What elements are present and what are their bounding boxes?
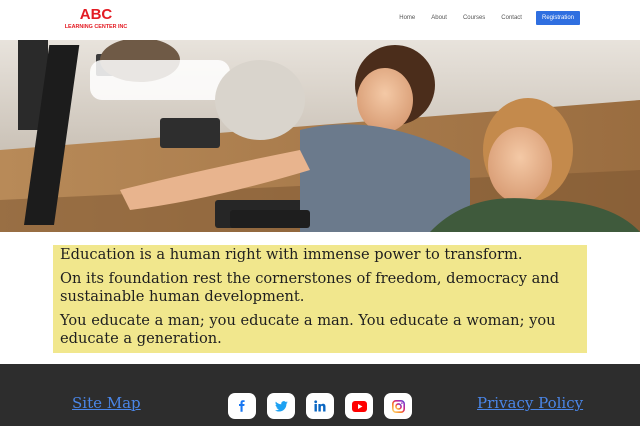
- linkedin-link[interactable]: [306, 393, 334, 419]
- registration-button[interactable]: Registration: [535, 11, 580, 25]
- nav-courses[interactable]: Courses: [455, 11, 493, 25]
- logo-subtext: LEARNING CENTER INC: [64, 24, 128, 30]
- nav-home[interactable]: Home: [391, 11, 423, 25]
- nav-contact[interactable]: Contact: [493, 11, 530, 25]
- twitter-icon: [274, 400, 288, 412]
- instagram-icon: [391, 399, 405, 413]
- quote-line-3: You educate a man; you educate a man. Yo…: [60, 312, 556, 347]
- youtube-link[interactable]: [345, 393, 373, 419]
- quote-line-2: On its foundation rest the cornerstones …: [60, 270, 560, 305]
- nav-about[interactable]: About: [423, 11, 455, 25]
- twitter-link[interactable]: [267, 393, 295, 419]
- site-footer: Site Map Privacy Policy: [0, 364, 640, 426]
- logo-text: ABC: [79, 6, 113, 23]
- youtube-icon: [351, 400, 367, 412]
- hero-image: [0, 40, 640, 232]
- facebook-link[interactable]: [228, 393, 256, 419]
- sitemap-link[interactable]: Site Map: [72, 393, 141, 413]
- site-header: ABC LEARNING CENTER INC Home About Cours…: [0, 0, 640, 40]
- quote-block: Education is a human right with immense …: [53, 245, 587, 353]
- facebook-icon: [239, 400, 245, 412]
- quote-line-1: Education is a human right with immense …: [60, 246, 523, 263]
- linkedin-icon: [314, 400, 326, 412]
- instagram-link[interactable]: [384, 393, 412, 419]
- social-links: [228, 393, 412, 419]
- main-nav: Home About Courses Contact Registration: [391, 11, 580, 25]
- classroom-photo: [0, 40, 640, 232]
- privacy-policy-link[interactable]: Privacy Policy: [477, 393, 583, 413]
- logo[interactable]: ABC LEARNING CENTER INC: [60, 7, 132, 33]
